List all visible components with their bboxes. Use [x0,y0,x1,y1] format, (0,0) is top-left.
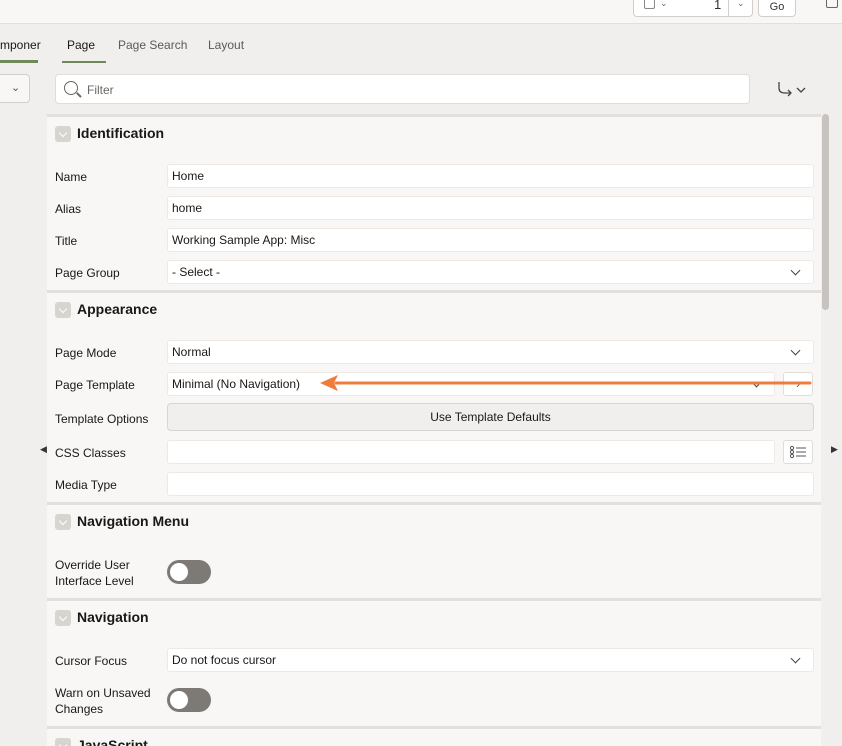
page-template-label: Page Template [55,378,135,392]
section-javascript: JavaScript [47,726,821,746]
media-type-field[interactable] [167,472,814,496]
template-options-label: Template Options [55,412,149,426]
filter-box[interactable] [55,74,750,104]
name-field[interactable]: Home [167,164,814,188]
search-icon [64,81,78,95]
css-classes-field[interactable] [167,440,775,464]
collapse-toggle-icon[interactable] [55,302,71,318]
utilities-icon[interactable] [826,0,838,8]
alias-field[interactable]: home [167,196,814,220]
cursor-focus-label: Cursor Focus [55,654,128,668]
active-tab-indicator [62,61,106,63]
collapse-toggle-icon[interactable] [55,514,71,530]
left-panel [0,25,40,746]
override-toggle[interactable] [167,560,211,584]
name-label: Name [55,170,88,184]
page-stepper[interactable]: ⌄ [728,0,752,17]
annotation-arrow [320,375,812,391]
section-appearance: Appearance Page Mode Normal Page Templat… [47,290,821,502]
title-label: Title [55,234,78,248]
alias-label: Alias [55,202,82,216]
go-button[interactable]: Go [758,0,796,17]
page-selector[interactable]: ⌄ 1 ⌄ [633,0,753,17]
css-classes-list-button[interactable] [783,440,813,464]
tab-page[interactable]: Page [67,38,95,52]
section-identification: Identification Name Home Alias home Titl… [47,114,821,290]
page-mode-select[interactable]: Normal [167,340,814,364]
scrollbar-thumb[interactable] [822,114,829,310]
title-field[interactable]: Working Sample App: Misc [167,228,814,252]
override-label-line1: Override User [55,558,130,572]
collapse-left-icon[interactable]: ◀ [40,444,47,455]
list-icon [789,445,806,459]
warn-label-line1: Warn on Unsaved [55,686,151,700]
tab-components[interactable]: mponer [0,38,41,52]
cursor-focus-select[interactable]: Do not focus cursor [167,648,814,672]
section-title: Navigation [77,609,149,625]
left-panel-menu-button[interactable]: ⌄ [0,74,30,103]
chevron-down-icon: ⌄ [11,82,21,94]
section-title: JavaScript [77,737,148,746]
section-navigation: Navigation Cursor Focus Do not focus cur… [47,598,821,726]
chevron-down-icon[interactable]: ⌄ [660,0,668,9]
use-template-defaults-button[interactable]: Use Template Defaults [167,403,814,431]
page-group-select[interactable]: - Select - [167,260,814,284]
collapse-toggle-icon[interactable] [55,738,71,746]
warn-toggle[interactable] [167,688,211,712]
media-type-label: Media Type [55,478,117,492]
chevron-down-icon[interactable]: ⌄ [737,0,745,9]
section-title: Appearance [77,301,158,317]
go-to-arrow-icon [778,82,806,97]
filter-input[interactable] [87,81,727,99]
page-mode-label: Page Mode [55,346,117,360]
tab-page-search[interactable]: Page Search [118,38,187,52]
warn-label-line2: Changes [55,702,104,716]
section-title: Navigation Menu [77,513,190,529]
page-icon [644,0,655,9]
page-group-label: Page Group [55,266,120,280]
section-title: Identification [77,125,165,141]
collapse-toggle-icon[interactable] [55,610,71,626]
collapse-toggle-icon[interactable] [55,126,71,142]
override-label-line2: Interface Level [55,574,134,588]
section-navigation-menu: Navigation Menu Override User Interface … [47,502,821,598]
tab-layout[interactable]: Layout [208,38,244,52]
go-to-group-button[interactable] [776,80,810,100]
collapse-right-icon[interactable]: ▶ [831,444,838,455]
page-number[interactable]: 1 [714,0,721,12]
css-classes-label: CSS Classes [55,446,126,460]
active-tab-indicator [0,60,38,63]
